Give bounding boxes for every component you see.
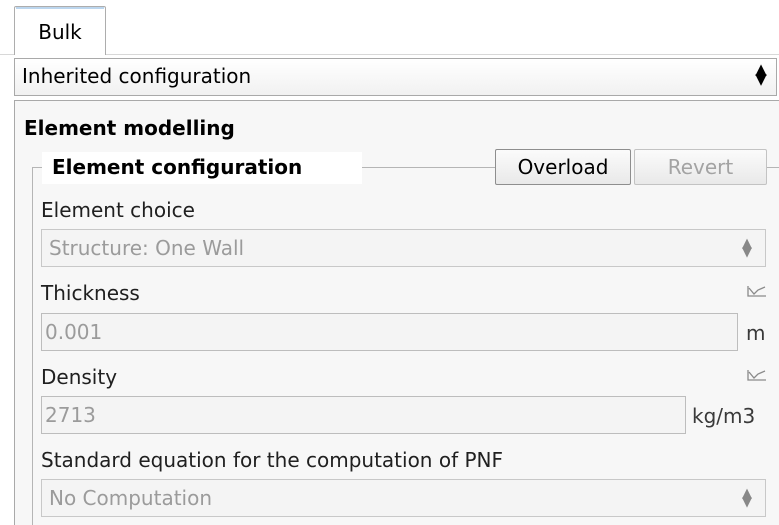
curve-graph-icon[interactable] xyxy=(746,368,768,382)
updown-arrows-icon: ▲ ▼ xyxy=(742,236,752,260)
thickness-unit: m xyxy=(746,321,766,345)
density-unit: kg/m3 xyxy=(692,404,756,428)
configuration-select-value: Inherited configuration xyxy=(22,64,252,88)
thickness-input[interactable] xyxy=(41,313,738,351)
tab-bulk-label: Bulk xyxy=(38,20,82,44)
curve-graph-icon[interactable] xyxy=(746,284,768,298)
groupbox-border xyxy=(32,167,33,525)
groupbox-border xyxy=(767,167,779,168)
density-value: 2713 xyxy=(45,403,96,427)
groupbox-border xyxy=(362,167,495,168)
thickness-label: Thickness xyxy=(41,281,140,305)
element-choice-label: Element choice xyxy=(41,198,195,222)
thickness-value: 0.001 xyxy=(45,320,103,344)
groupbox-border xyxy=(32,167,42,168)
groupbox-title: Element configuration xyxy=(52,155,303,179)
tab-active-indicator xyxy=(16,7,104,9)
updown-arrows-icon: ▲ ▼ xyxy=(742,486,752,510)
density-input[interactable] xyxy=(41,396,686,434)
tab-strip-divider xyxy=(0,54,779,55)
updown-arrows-icon: ▲ ▼ xyxy=(755,60,767,88)
element-choice-value: Structure: One Wall xyxy=(49,236,245,260)
pnf-equation-value: No Computation xyxy=(49,486,213,510)
section-title: Element modelling xyxy=(24,116,235,140)
overload-button[interactable]: Overload xyxy=(495,149,631,185)
density-label: Density xyxy=(41,365,118,389)
revert-button[interactable]: Revert xyxy=(634,149,767,185)
pnf-equation-label: Standard equation for the computation of… xyxy=(41,448,503,472)
